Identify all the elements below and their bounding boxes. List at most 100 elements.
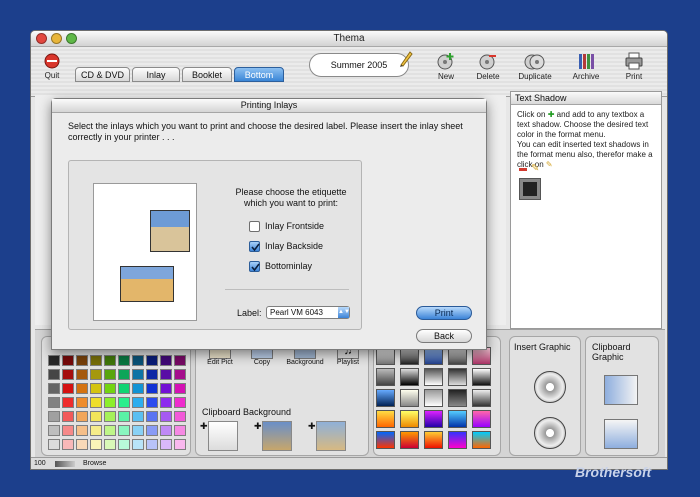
gradient-tile[interactable] — [472, 410, 491, 428]
color-swatch[interactable] — [132, 425, 144, 436]
color-swatch[interactable] — [160, 355, 172, 366]
color-swatch[interactable] — [76, 355, 88, 366]
color-swatch[interactable] — [76, 425, 88, 436]
color-swatch[interactable] — [160, 425, 172, 436]
color-swatch[interactable] — [90, 383, 102, 394]
color-swatch[interactable] — [118, 369, 130, 380]
color-swatch[interactable] — [48, 369, 60, 380]
color-swatch[interactable] — [76, 397, 88, 408]
gradient-tile[interactable] — [376, 410, 395, 428]
color-swatch[interactable] — [48, 383, 60, 394]
pencil-icon[interactable] — [399, 51, 413, 67]
clipboard-graphic-slot-2[interactable] — [604, 419, 638, 449]
zoom-level[interactable]: 100 — [34, 458, 46, 469]
color-swatch[interactable] — [146, 397, 158, 408]
delete-button[interactable]: Delete — [473, 52, 503, 81]
bottominlay-checkbox[interactable] — [249, 261, 260, 272]
label-select[interactable]: Pearl VM 6043 ▲▼ — [266, 306, 350, 319]
color-swatch[interactable] — [90, 397, 102, 408]
color-swatch[interactable] — [160, 397, 172, 408]
color-swatch[interactable] — [104, 369, 116, 380]
gradient-tile[interactable] — [400, 389, 419, 407]
print-button[interactable]: Print — [416, 306, 472, 320]
color-swatch[interactable] — [146, 411, 158, 422]
color-swatch[interactable] — [174, 369, 186, 380]
color-swatch[interactable] — [104, 425, 116, 436]
gradient-tile[interactable] — [400, 431, 419, 449]
color-swatch[interactable] — [104, 355, 116, 366]
color-swatch[interactable] — [62, 439, 74, 450]
clipboard-slot-3[interactable] — [316, 421, 346, 451]
color-swatch[interactable] — [62, 411, 74, 422]
color-swatch[interactable] — [132, 439, 144, 450]
document-name-field[interactable]: Summer 2005 — [309, 53, 409, 77]
color-swatch[interactable] — [174, 397, 186, 408]
color-swatch[interactable] — [48, 355, 60, 366]
inlay-backside-checkbox[interactable] — [249, 241, 260, 252]
color-swatch[interactable] — [118, 439, 130, 450]
color-swatch[interactable] — [48, 439, 60, 450]
color-swatch[interactable] — [48, 425, 60, 436]
color-swatch[interactable] — [132, 369, 144, 380]
quit-button[interactable]: Quit — [39, 53, 65, 80]
add-icon[interactable]: ✚ — [254, 421, 262, 432]
shadow-preview[interactable] — [519, 178, 541, 200]
gradient-tile[interactable] — [424, 368, 443, 386]
color-swatch[interactable] — [160, 369, 172, 380]
color-swatch[interactable] — [174, 439, 186, 450]
color-swatch[interactable] — [160, 439, 172, 450]
gradient-tile[interactable] — [400, 368, 419, 386]
color-swatch[interactable] — [146, 383, 158, 394]
color-swatch[interactable] — [90, 369, 102, 380]
color-swatch[interactable] — [104, 411, 116, 422]
cd-graphic-icon-2[interactable] — [534, 417, 566, 449]
color-swatch[interactable] — [160, 411, 172, 422]
color-swatch[interactable] — [48, 397, 60, 408]
color-swatch[interactable] — [76, 369, 88, 380]
gradient-tile[interactable] — [376, 368, 395, 386]
color-swatch[interactable] — [62, 397, 74, 408]
gradient-tile[interactable] — [424, 389, 443, 407]
gradient-tile[interactable] — [448, 389, 467, 407]
color-swatch[interactable] — [132, 411, 144, 422]
gradient-tile[interactable] — [424, 431, 443, 449]
gradient-tile[interactable] — [400, 410, 419, 428]
color-swatch[interactable] — [118, 397, 130, 408]
gradient-tile[interactable] — [472, 389, 491, 407]
gradient-tile[interactable] — [376, 431, 395, 449]
color-swatch[interactable] — [90, 411, 102, 422]
edit-shadow-pencil-icon[interactable]: ✎ — [531, 163, 539, 174]
color-swatch[interactable] — [174, 355, 186, 366]
color-swatch[interactable] — [118, 355, 130, 366]
tab-inlay[interactable]: Inlay — [132, 67, 180, 82]
gradient-tile[interactable] — [424, 410, 443, 428]
color-swatch[interactable] — [104, 439, 116, 450]
add-icon[interactable]: ✚ — [308, 421, 316, 432]
color-swatch[interactable] — [62, 425, 74, 436]
cd-graphic-icon[interactable] — [534, 371, 566, 403]
tab-bottom[interactable]: Bottom — [234, 67, 284, 82]
color-swatch[interactable] — [146, 369, 158, 380]
color-swatch[interactable] — [104, 397, 116, 408]
clipboard-slot-1[interactable] — [208, 421, 238, 451]
browse-button[interactable]: Browse — [83, 458, 106, 469]
color-swatch[interactable] — [62, 369, 74, 380]
inlay-frontside-checkbox[interactable] — [249, 221, 260, 232]
color-swatch[interactable] — [118, 425, 130, 436]
clipboard-graphic-slot-1[interactable] — [604, 375, 638, 405]
gradient-tile[interactable] — [472, 431, 491, 449]
color-swatch[interactable] — [174, 411, 186, 422]
tab-booklet[interactable]: Booklet — [182, 67, 232, 82]
color-swatch[interactable] — [76, 411, 88, 422]
new-button[interactable]: New — [431, 52, 461, 81]
tab-cd-dvd[interactable]: CD & DVD — [75, 67, 130, 82]
color-swatch[interactable] — [146, 355, 158, 366]
color-swatch[interactable] — [132, 355, 144, 366]
color-swatch[interactable] — [132, 383, 144, 394]
color-swatch[interactable] — [90, 355, 102, 366]
remove-shadow-icon[interactable] — [519, 168, 527, 171]
color-swatch[interactable] — [104, 383, 116, 394]
color-swatch[interactable] — [62, 355, 74, 366]
gradient-tile[interactable] — [376, 389, 395, 407]
print-toolbar-button[interactable]: Print — [619, 52, 649, 81]
